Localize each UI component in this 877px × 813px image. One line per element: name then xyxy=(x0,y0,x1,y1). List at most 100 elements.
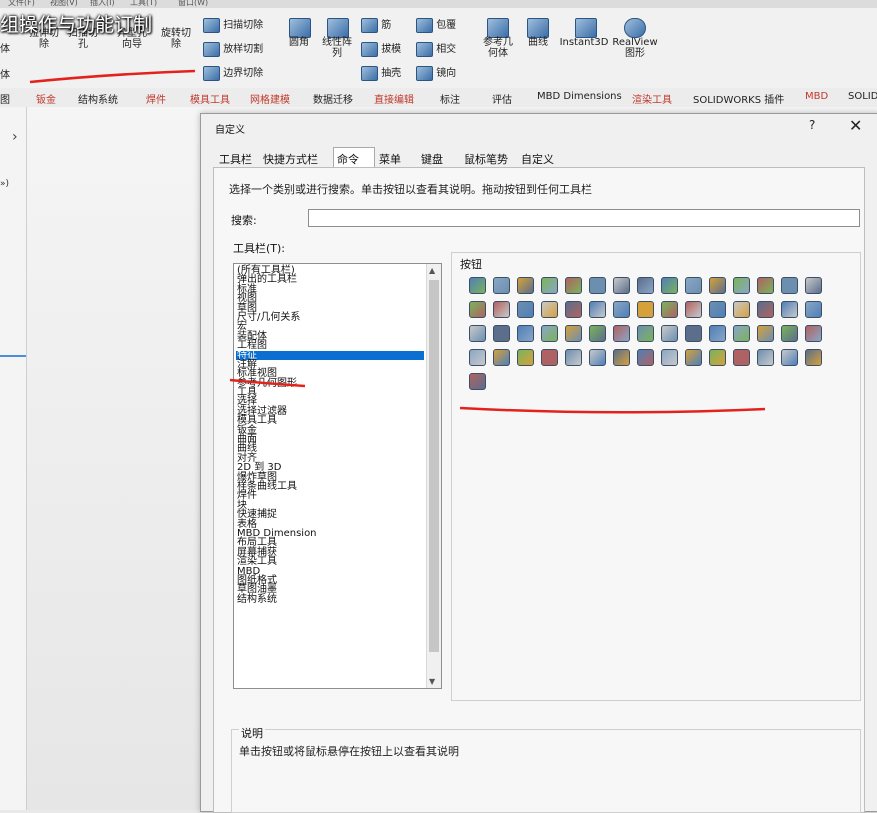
command-button-icon[interactable] xyxy=(781,325,798,342)
lofted-cut-button[interactable]: 放样切割 xyxy=(203,40,263,57)
command-button-icon[interactable] xyxy=(637,349,654,366)
command-tab[interactable]: SOLID xyxy=(848,91,877,102)
instant3d-button[interactable]: Instant3D xyxy=(556,37,612,48)
command-button-icon[interactable] xyxy=(637,301,654,318)
command-button-icon[interactable] xyxy=(661,277,678,294)
list-item[interactable]: 渲染工具 xyxy=(236,556,424,566)
command-button-icon[interactable] xyxy=(589,277,606,294)
list-item[interactable]: 尺寸/几何关系 xyxy=(236,312,424,322)
command-tab[interactable]: MBD xyxy=(805,91,828,102)
command-button-icon[interactable] xyxy=(685,277,702,294)
list-item[interactable]: 参考几何图形 xyxy=(236,378,424,388)
wrap-button[interactable]: 包覆 xyxy=(416,16,456,33)
command-tab[interactable]: MBD Dimensions xyxy=(537,91,622,102)
command-button-icon[interactable] xyxy=(709,277,726,294)
command-button-icon[interactable] xyxy=(565,301,582,318)
command-button-icon[interactable] xyxy=(781,277,798,294)
command-button-icon[interactable] xyxy=(733,301,750,318)
list-item[interactable]: 标准 xyxy=(236,284,424,294)
command-button-icon[interactable] xyxy=(517,277,534,294)
menu-file[interactable]: 文件(F) xyxy=(8,0,35,8)
list-item[interactable]: 结构系统 xyxy=(236,594,424,604)
command-button-icon[interactable] xyxy=(805,277,822,294)
search-input[interactable] xyxy=(308,209,860,227)
command-button-icon[interactable] xyxy=(685,301,702,318)
command-button-icon[interactable] xyxy=(757,349,774,366)
command-button-icon[interactable] xyxy=(637,277,654,294)
command-button-icon[interactable] xyxy=(733,277,750,294)
scroll-down-icon[interactable]: ▼ xyxy=(429,677,435,686)
list-item[interactable]: 视图 xyxy=(236,293,424,303)
draft-button[interactable]: 拔模 xyxy=(361,40,401,57)
menu-insert[interactable]: 插入(I) xyxy=(90,0,115,8)
list-item[interactable]: 焊件 xyxy=(236,491,424,501)
tab-commands[interactable]: 命令 xyxy=(337,151,359,167)
scroll-thumb[interactable] xyxy=(429,280,439,652)
command-button-icon[interactable] xyxy=(565,325,582,342)
command-button-icon[interactable] xyxy=(541,349,558,366)
shell-button[interactable]: 抽壳 xyxy=(361,64,401,81)
rib-button[interactable]: 筋 xyxy=(361,16,391,33)
tab-toolbars[interactable]: 工具栏 xyxy=(219,151,252,167)
command-button-icon[interactable] xyxy=(685,325,702,342)
command-button-icon[interactable] xyxy=(517,325,534,342)
tab-customization[interactable]: 自定义 xyxy=(521,151,554,167)
command-button-icon[interactable] xyxy=(469,373,486,390)
scroll-up-icon[interactable]: ▲ xyxy=(429,266,435,275)
command-button-icon[interactable] xyxy=(589,349,606,366)
command-tab[interactable]: 模具工具 xyxy=(190,91,230,106)
command-button-icon[interactable] xyxy=(805,325,822,342)
command-button-icon[interactable] xyxy=(493,349,510,366)
command-button-icon[interactable] xyxy=(709,301,726,318)
command-button-icon[interactable] xyxy=(757,301,774,318)
command-button-icon[interactable] xyxy=(685,349,702,366)
command-tab[interactable]: SOLIDWORKS 插件 xyxy=(693,91,784,106)
tab-keyboard[interactable]: 键盘 xyxy=(421,151,443,167)
command-tab[interactable]: 图 xyxy=(0,91,10,106)
command-button-icon[interactable] xyxy=(661,325,678,342)
command-button-icon[interactable] xyxy=(541,277,558,294)
command-button-icon[interactable] xyxy=(589,301,606,318)
command-button-icon[interactable] xyxy=(805,301,822,318)
menu-tools[interactable]: 工具(T) xyxy=(130,0,157,8)
list-scrollbar[interactable]: ▲ ▼ xyxy=(426,264,441,688)
command-button-icon[interactable] xyxy=(733,325,750,342)
help-button[interactable]: ? xyxy=(809,118,815,132)
command-tab[interactable]: 直接编辑 xyxy=(374,91,414,106)
command-button-icon[interactable] xyxy=(517,349,534,366)
realview-button[interactable]: RealView 图形 xyxy=(610,37,660,59)
swept-cut-button[interactable]: 扫描切除 xyxy=(203,16,263,33)
list-item[interactable]: 样条曲线工具 xyxy=(236,481,424,491)
command-tab[interactable]: 渲染工具 xyxy=(632,91,672,106)
command-button-icon[interactable] xyxy=(493,325,510,342)
close-button[interactable]: ✕ xyxy=(849,116,862,135)
command-tab[interactable]: 评估 xyxy=(492,91,512,106)
command-button-icon[interactable] xyxy=(613,277,630,294)
command-button-icon[interactable] xyxy=(781,301,798,318)
command-button-icon[interactable] xyxy=(757,277,774,294)
curves-button[interactable]: 曲线 xyxy=(521,37,555,48)
command-button-icon[interactable] xyxy=(469,277,486,294)
command-button-icon[interactable] xyxy=(709,349,726,366)
list-item[interactable]: 曲线 xyxy=(236,444,424,454)
list-item[interactable]: 工程图 xyxy=(236,340,424,350)
menu-window[interactable]: 窗口(W) xyxy=(178,0,208,8)
command-button-icon[interactable] xyxy=(469,325,486,342)
command-button-icon[interactable] xyxy=(565,277,582,294)
tab-mouse-gestures[interactable]: 鼠标笔势 xyxy=(464,151,508,167)
list-item[interactable]: 曲面 xyxy=(236,434,424,444)
list-item[interactable]: 弹出的工具栏 xyxy=(236,275,424,285)
command-button-icon[interactable] xyxy=(565,349,582,366)
command-button-icon[interactable] xyxy=(469,349,486,366)
command-button-icon[interactable] xyxy=(469,301,486,318)
command-tab[interactable]: 焊件 xyxy=(146,91,166,106)
command-button-icon[interactable] xyxy=(589,325,606,342)
command-button-icon[interactable] xyxy=(613,349,630,366)
command-button-icon[interactable] xyxy=(613,301,630,318)
command-button-icon[interactable] xyxy=(805,349,822,366)
mirror-button[interactable]: 镜向 xyxy=(416,64,456,81)
boundary-cut-button[interactable]: 边界切除 xyxy=(203,64,263,81)
command-button-icon[interactable] xyxy=(493,277,510,294)
command-button-icon[interactable] xyxy=(781,349,798,366)
command-button-icon[interactable] xyxy=(541,325,558,342)
